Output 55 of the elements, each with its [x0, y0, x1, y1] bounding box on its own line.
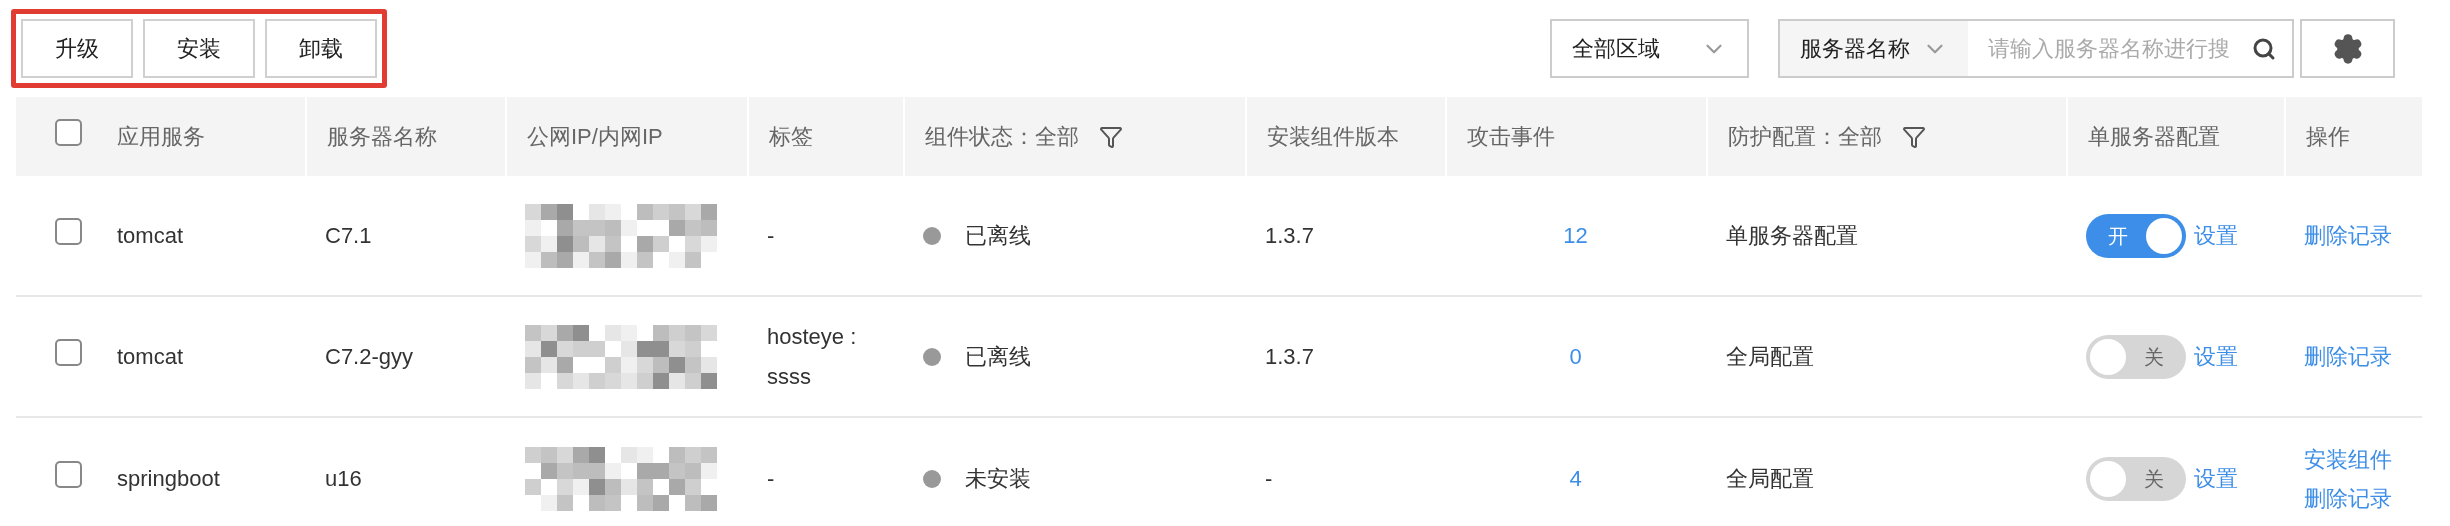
region-select[interactable]: 全部区域 [1550, 19, 1749, 78]
settings-link[interactable]: 设置 [2194, 340, 2238, 373]
filter-icon[interactable] [1099, 124, 1123, 149]
checkbox[interactable] [55, 118, 82, 146]
action-link[interactable]: 删除记录 [2304, 340, 2392, 373]
action-link[interactable]: 安装组件 [2304, 442, 2392, 476]
column-header: 防护配置：全部 [1728, 123, 1882, 151]
table-cell-text: 全局配置 [1726, 343, 1814, 371]
column-header: 应用服务 [117, 123, 205, 151]
checkbox[interactable] [55, 460, 82, 488]
table-cell-text: - [1265, 465, 1273, 493]
table-cell-text: C7.2-gyy [325, 343, 414, 371]
table-cell-text: - [767, 464, 775, 493]
toggle-switch[interactable]: 关 [2086, 334, 2186, 379]
toolbar-button[interactable]: 卸载 [265, 19, 377, 78]
search-field[interactable]: 服务器名称 请输入服务器名称进行搜 [1778, 19, 2294, 78]
table-cell-text: 1.3.7 [1265, 222, 1314, 250]
settings-link[interactable]: 设置 [2194, 219, 2238, 252]
column-header: 单服务器配置 [2088, 123, 2220, 151]
action-link[interactable]: 删除记录 [2304, 219, 2392, 252]
table-cell-text: u16 [325, 465, 362, 493]
attack-count-link[interactable]: 12 [1563, 219, 1588, 252]
table-cell-text: 1.3.7 [1265, 343, 1314, 371]
search-icon[interactable] [2252, 36, 2276, 61]
search-field-select[interactable]: 服务器名称 [1780, 21, 1968, 76]
table-cell-text: hosteye : ssss [767, 322, 858, 391]
table-cell-text: 单服务器配置 [1726, 222, 1858, 250]
table-cell-text: 已离线 [965, 222, 1031, 250]
action-link[interactable]: 删除记录 [2304, 481, 2392, 515]
column-header: 安装组件版本 [1267, 123, 1399, 151]
column-header: 攻击事件 [1467, 123, 1555, 151]
toggle-switch[interactable]: 开 [2086, 213, 2186, 258]
column-header: 组件状态：全部 [925, 123, 1079, 151]
table-cell-text: tomcat [117, 343, 184, 371]
table-cell-text: 全局配置 [1726, 465, 1814, 493]
column-header: 标签 [769, 123, 813, 151]
attack-count-link[interactable]: 0 [1569, 340, 1582, 373]
settings-link[interactable]: 设置 [2194, 462, 2238, 495]
filter-icon[interactable] [1902, 124, 1926, 149]
toggle-switch[interactable]: 关 [2086, 456, 2186, 501]
toolbar-button[interactable]: 升级 [21, 19, 133, 78]
table-cell-text: springboot [117, 465, 220, 493]
table-cell-text: 已离线 [965, 343, 1031, 371]
toolbar-button[interactable]: 安装 [143, 19, 255, 78]
table-cell-text: - [767, 221, 775, 250]
column-header: 服务器名称 [327, 123, 437, 151]
column-header: 公网IP/内网IP [527, 123, 663, 151]
column-header: 操作 [2306, 123, 2350, 151]
table-cell-text: 未安装 [965, 465, 1031, 493]
checkbox[interactable] [55, 338, 82, 366]
settings-button[interactable] [2300, 19, 2395, 78]
table-cell-text: tomcat [117, 222, 184, 250]
checkbox[interactable] [55, 217, 82, 245]
attack-count-link[interactable]: 4 [1569, 462, 1582, 495]
table-cell-text: C7.1 [325, 222, 372, 250]
